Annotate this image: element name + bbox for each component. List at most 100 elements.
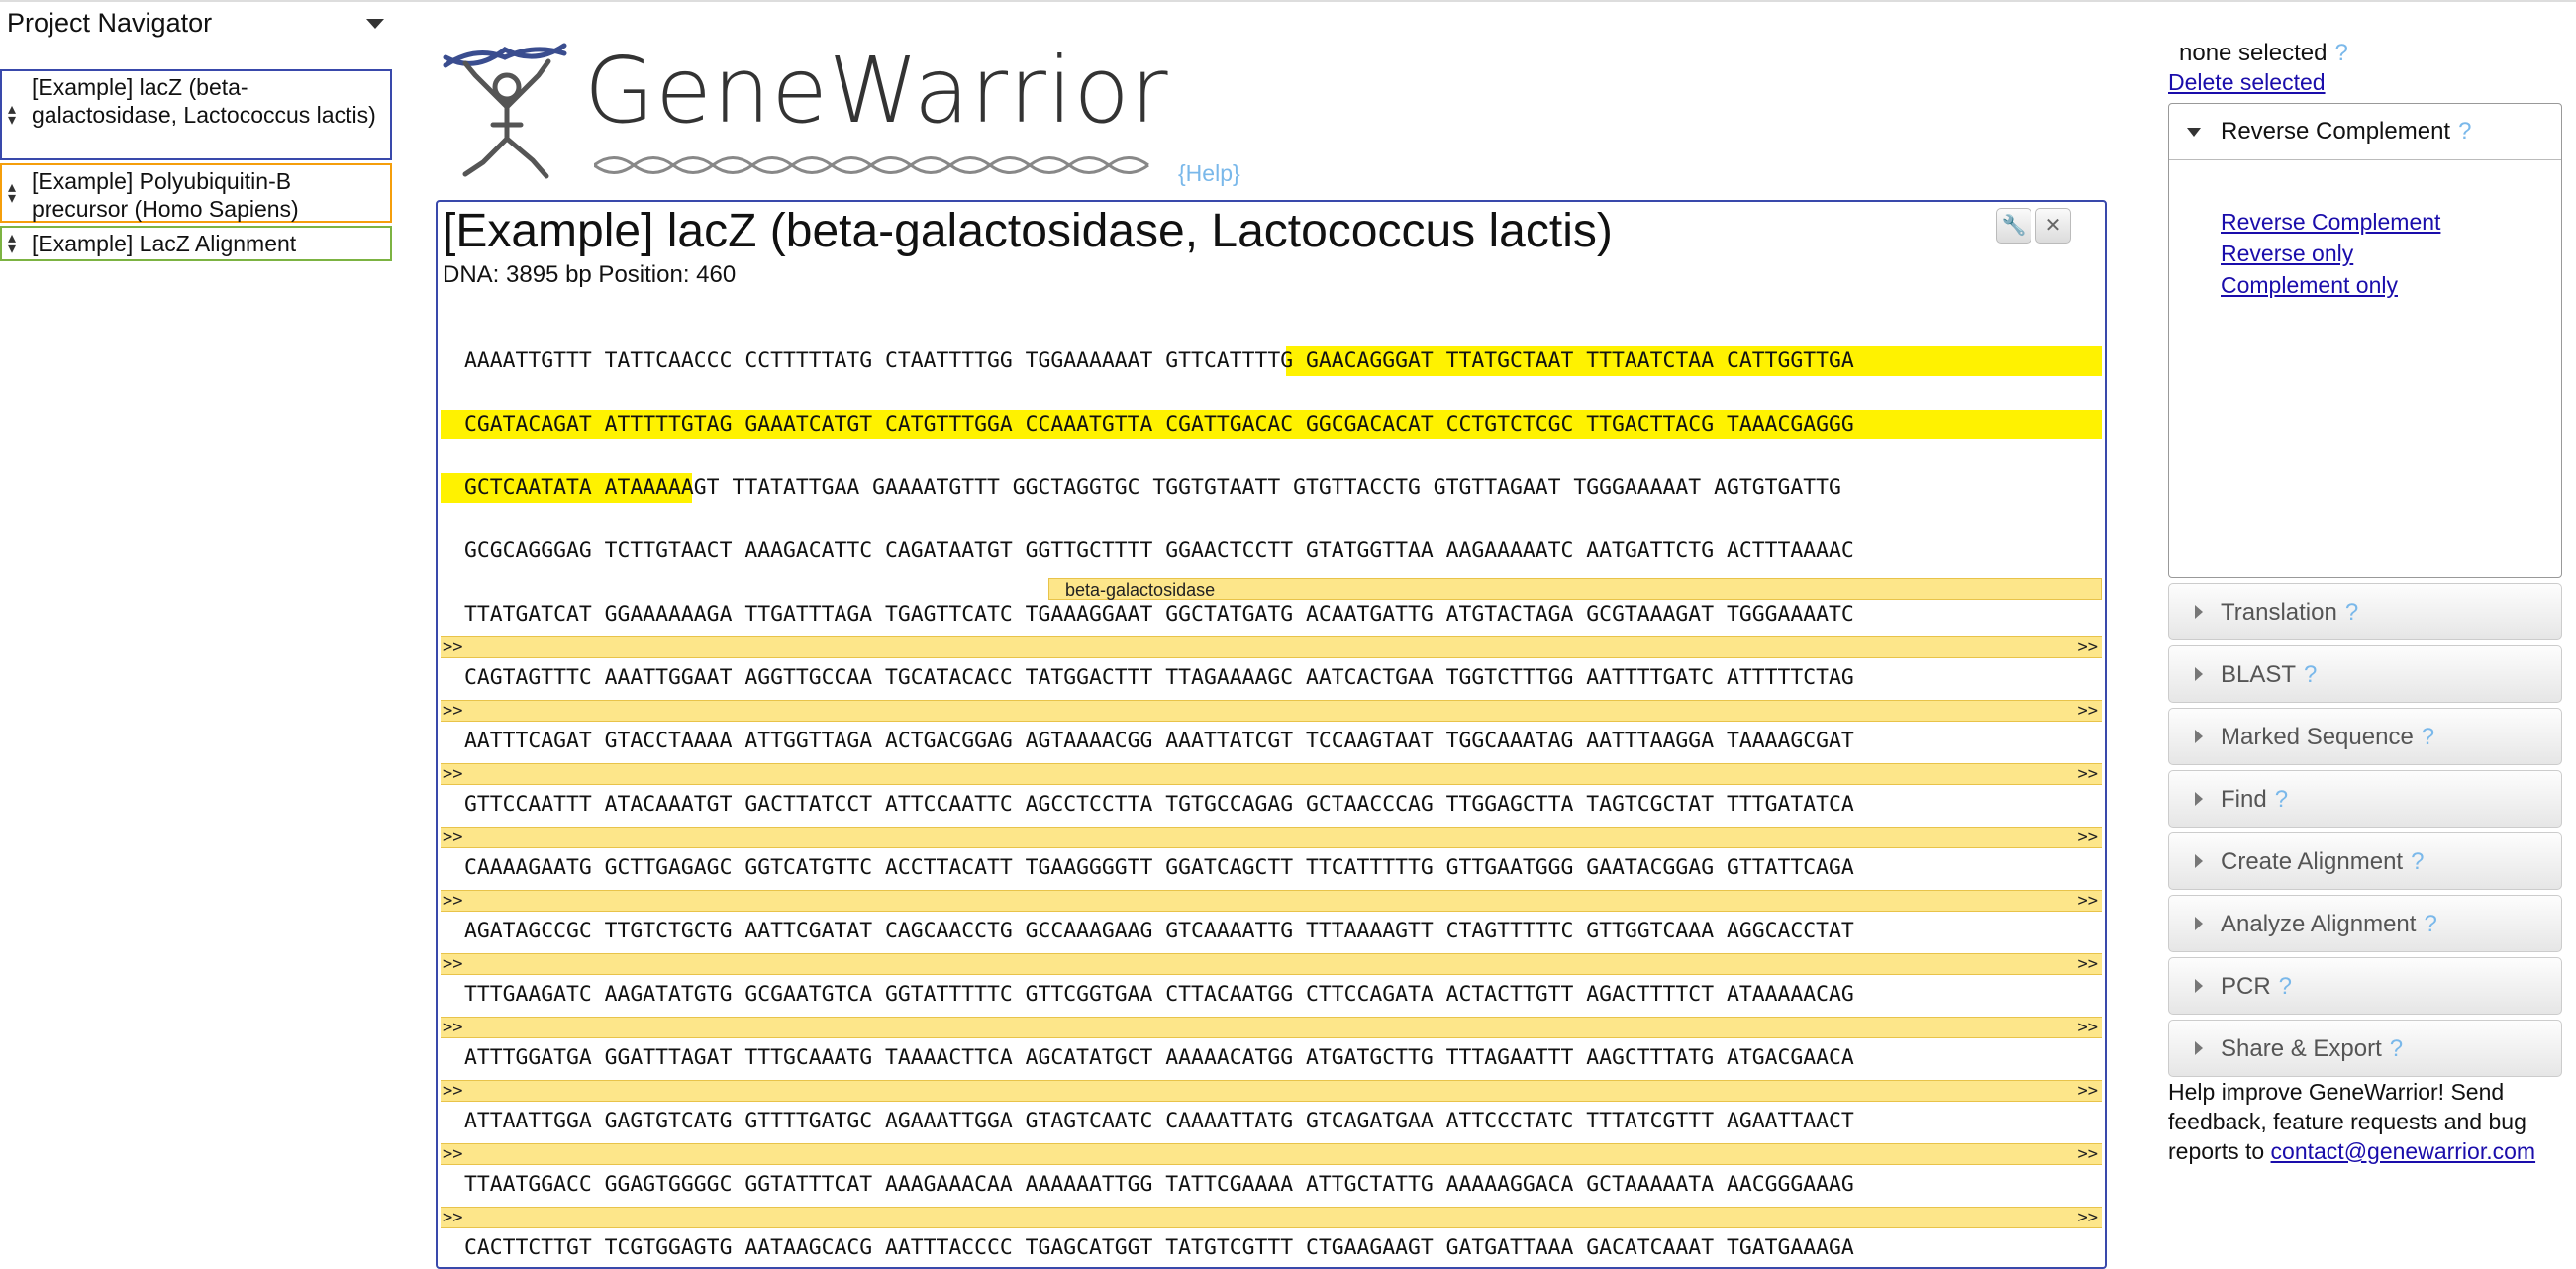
help-question-icon[interactable]: ? xyxy=(2334,40,2347,66)
help-question-icon[interactable]: ? xyxy=(2279,973,2292,1000)
reverse-complement-link[interactable]: Reverse Complement xyxy=(2221,209,2440,236)
sequence-row[interactable]: TTTGAAGATC AAGATATGTG GCGAATGTCA GGTATTT… xyxy=(438,980,2105,1010)
help-question-icon[interactable]: ? xyxy=(2275,786,2288,813)
project-navigator: Project Navigator ▴ ▾ [Example] lacZ (bet… xyxy=(0,0,401,1253)
sequence-view[interactable]: AAAATTGTTT TATTCAACCC CCTTTTTATG CTAATTT… xyxy=(438,202,2105,1267)
feature-arrow-left: >> xyxy=(443,954,463,974)
reverse-only-link[interactable]: Reverse only xyxy=(2221,241,2353,267)
sort-handle-icon[interactable]: ▴ ▾ xyxy=(8,102,16,129)
sequence-row[interactable]: AGATAGCCGC TTGTCTGCTG AATTCGATAT CAGCAAC… xyxy=(438,917,2105,946)
section-pcr[interactable]: PCR? xyxy=(2168,957,2562,1015)
feature-bar[interactable]: >> >> xyxy=(441,700,2102,722)
sequence-text: CACTTCTTGT TCGTGGAGTG AATAAGCACG AATTTAC… xyxy=(464,1235,1854,1260)
sequence-row[interactable]: TTAATGGACC GGAGTGGGGC GGTATTTCAT AAAGAAA… xyxy=(438,1170,2105,1200)
help-question-icon[interactable]: ? xyxy=(2411,848,2424,875)
warrior-logo-icon xyxy=(443,43,567,179)
contact-email-link[interactable]: contact@genewarrior.com xyxy=(2271,1138,2536,1164)
sequence-text: GCTCAATATA ATAAAAAGT TTATATTGAA GAAAATGT… xyxy=(464,475,1841,500)
section-label: Create Alignment xyxy=(2221,848,2404,875)
sequence-row[interactable]: CAGTAGTTTC AAATTGGAAT AGGTTGCCAA TGCATAC… xyxy=(438,663,2105,693)
feature-label[interactable]: beta-galactosidase xyxy=(1048,578,2102,600)
feature-arrow-right: >> xyxy=(2077,828,2098,847)
help-question-icon[interactable]: ? xyxy=(2422,724,2434,750)
help-question-icon[interactable]: ? xyxy=(2304,661,2317,688)
dna-helix-icon xyxy=(594,156,1149,174)
sequence-text: AAAATTGTTT TATTCAACCC CCTTTTTATG CTAATTT… xyxy=(464,348,1854,373)
feature-arrow-right: >> xyxy=(2077,1081,2098,1101)
expanded-triangle-icon xyxy=(2187,128,2201,137)
help-question-icon[interactable]: ? xyxy=(2345,599,2358,626)
section-label: PCR xyxy=(2221,973,2271,1000)
sequence-row[interactable]: CAAAAGAATG GCTTGAGAGC GGTCATGTTC ACCTTAC… xyxy=(438,853,2105,883)
section-label: Analyze Alignment xyxy=(2221,911,2417,937)
reverse-complement-title: Reverse Complement xyxy=(2221,118,2451,145)
sequence-text: ATTAATTGGA GAGTGTCATG GTTTTGATGC AGAAATT… xyxy=(464,1109,1854,1133)
feature-bar[interactable]: >> >> xyxy=(441,1143,2102,1165)
project-item-lacz-alignment[interactable]: ▴ ▾ [Example] LacZ Alignment xyxy=(0,226,392,261)
feature-arrow-left: >> xyxy=(443,1208,463,1227)
feature-bar[interactable]: >> >> xyxy=(441,763,2102,785)
sequence-row[interactable]: AATTTCAGAT GTACCTAAAA ATTGGTTAGA ACTGACG… xyxy=(438,727,2105,756)
delete-selected-link[interactable]: Delete selected xyxy=(2168,69,2326,96)
sequence-row[interactable]: GCTCAATATA ATAAAAAGT TTATATTGAA GAAAATGT… xyxy=(438,473,2105,503)
sequence-text: CAGTAGTTTC AAATTGGAAT AGGTTGCCAA TGCATAC… xyxy=(464,665,1854,690)
sequence-text: CAAAAGAATG GCTTGAGAGC GGTCATGTTC ACCTTAC… xyxy=(464,855,1854,880)
help-question-icon[interactable]: ? xyxy=(2390,1035,2403,1062)
feature-arrow-right: >> xyxy=(2077,1208,2098,1227)
section-share-export[interactable]: Share & Export? xyxy=(2168,1020,2562,1077)
section-blast[interactable]: BLAST? xyxy=(2168,645,2562,703)
sequence-text: TTAATGGACC GGAGTGGGGC GGTATTTCAT AAAGAAA… xyxy=(464,1172,1854,1197)
sort-handle-icon[interactable]: ▴ ▾ xyxy=(8,180,16,207)
project-label: [Example] LacZ Alignment xyxy=(32,231,297,256)
feature-bar[interactable]: >> >> xyxy=(441,890,2102,912)
feature-bar[interactable]: >> >> xyxy=(441,827,2102,848)
feature-bar[interactable]: >> >> xyxy=(441,953,2102,975)
sequence-row[interactable]: CGATACAGAT ATTTTTGTAG GAAATCATGT CATGTTT… xyxy=(438,410,2105,439)
section-analyze-alignment[interactable]: Analyze Alignment? xyxy=(2168,895,2562,952)
sequence-row[interactable]: CACTTCTTGT TCGTGGAGTG AATAAGCACG AATTTAC… xyxy=(438,1233,2105,1263)
sequence-row[interactable]: ATTTGGATGA GGATTTAGAT TTTGCAAATG TAAAACT… xyxy=(438,1043,2105,1073)
feature-arrow-right: >> xyxy=(2077,954,2098,974)
reverse-complement-header[interactable]: Reverse Complement? xyxy=(2169,104,2561,160)
section-label: Share & Export xyxy=(2221,1035,2382,1062)
feature-arrow-left: >> xyxy=(443,1081,463,1101)
collapsed-triangle-icon xyxy=(2195,854,2203,868)
feedback-note: Help improve GeneWarrior! Send feedback,… xyxy=(2168,1077,2574,1166)
sequence-row[interactable]: TTATGATCAT GGAAAAAAGA TTGATTTAGA TGAGTTC… xyxy=(438,600,2105,630)
sequence-text: ATTTGGATGA GGATTTAGAT TTTGCAAATG TAAAACT… xyxy=(464,1045,1854,1070)
section-marked-sequence[interactable]: Marked Sequence? xyxy=(2168,708,2562,765)
feature-arrow-left: >> xyxy=(443,701,463,721)
collapsed-triangle-icon xyxy=(2195,1041,2203,1055)
section-create-alignment[interactable]: Create Alignment? xyxy=(2168,832,2562,890)
complement-only-link[interactable]: Complement only xyxy=(2221,272,2398,299)
feature-bar[interactable]: >> >> xyxy=(441,636,2102,658)
help-question-icon[interactable]: ? xyxy=(2458,118,2471,145)
collapsed-triangle-icon xyxy=(2195,979,2203,993)
section-find[interactable]: Find? xyxy=(2168,770,2562,828)
feature-arrow-right: >> xyxy=(2077,1018,2098,1037)
collapsed-triangle-icon xyxy=(2195,917,2203,930)
sort-handle-icon[interactable]: ▴ ▾ xyxy=(8,231,16,257)
selection-status-text: none selected xyxy=(2179,40,2328,66)
sequence-row[interactable]: GTTCCAATTT ATACAAATGT GACTTATCCT ATTCCAA… xyxy=(438,790,2105,820)
feature-arrow-left: >> xyxy=(443,828,463,847)
navigator-dropdown-icon[interactable] xyxy=(366,19,384,29)
help-question-icon[interactable]: ? xyxy=(2424,911,2436,937)
feature-arrow-right: >> xyxy=(2077,701,2098,721)
collapsed-triangle-icon xyxy=(2195,605,2203,619)
feature-bar[interactable]: >> >> xyxy=(441,1017,2102,1038)
project-label: [Example] Polyubiquitin-B precursor (Hom… xyxy=(32,168,299,222)
project-label: [Example] lacZ (beta-galactosidase, Lact… xyxy=(32,74,376,128)
feature-arrow-right: >> xyxy=(2077,637,2098,657)
help-link[interactable]: {Help} xyxy=(1178,160,1240,187)
project-item-lacz[interactable]: ▴ ▾ [Example] lacZ (beta-galactosidase, L… xyxy=(0,69,392,160)
feature-bar[interactable]: >> >> xyxy=(441,1080,2102,1102)
sequence-row[interactable]: AAAATTGTTT TATTCAACCC CCTTTTTATG CTAATTT… xyxy=(438,346,2105,376)
feature-bar[interactable]: >> >> xyxy=(441,1207,2102,1228)
sequence-text: AGATAGCCGC TTGTCTGCTG AATTCGATAT CAGCAAC… xyxy=(464,919,1854,943)
project-item-polyubiquitin[interactable]: ▴ ▾ [Example] Polyubiquitin-B precursor (… xyxy=(0,163,392,223)
section-label: Find xyxy=(2221,786,2267,813)
section-translation[interactable]: Translation? xyxy=(2168,583,2562,640)
sequence-row[interactable]: GCGCAGGGAG TCTTGTAACT AAAGACATTC CAGATAA… xyxy=(438,537,2105,566)
sequence-row[interactable]: ATTAATTGGA GAGTGTCATG GTTTTGATGC AGAAATT… xyxy=(438,1107,2105,1136)
